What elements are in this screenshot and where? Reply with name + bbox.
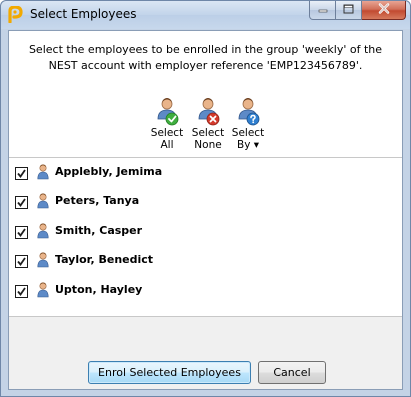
nest-logo-icon	[7, 5, 23, 24]
close-icon	[378, 3, 390, 17]
window-title: Select Employees	[30, 7, 137, 21]
employee-checkbox[interactable]	[15, 226, 28, 239]
employee-name: Peters, Tanya	[55, 194, 140, 207]
maximize-icon	[343, 4, 354, 17]
select-none-label: Select None	[191, 127, 225, 151]
checkmark-icon	[17, 257, 26, 266]
person-icon	[37, 282, 49, 298]
title-bar[interactable]: Select Employees	[1, 1, 410, 29]
employee-checkbox[interactable]	[15, 285, 28, 298]
users-check-icon	[154, 97, 180, 127]
selection-toolbar: Select All Select None Select By ▾	[9, 97, 402, 153]
cancel-button[interactable]: Cancel	[258, 361, 326, 384]
enrol-selected-employees-button[interactable]: Enrol Selected Employees	[88, 361, 251, 384]
employee-checkbox[interactable]	[15, 167, 28, 180]
select-all-label: Select All	[150, 127, 184, 151]
select-none-button[interactable]: Select None	[188, 97, 228, 151]
list-item[interactable]: Applebly, Jemima	[9, 158, 402, 187]
person-icon	[37, 223, 49, 239]
list-item[interactable]: Smith, Casper	[9, 217, 402, 246]
employee-list: Applebly, Jemima Peters, Tanya Smith, Ca	[9, 157, 402, 317]
checkmark-icon	[17, 228, 26, 237]
employee-checkbox[interactable]	[15, 255, 28, 268]
dialog-window: Select Employees Select the employees to…	[0, 0, 411, 397]
users-cross-icon	[195, 97, 221, 127]
dialog-body: Select the employees to be enrolled in t…	[8, 30, 403, 390]
person-icon	[37, 252, 49, 268]
list-item[interactable]: Upton, Hayley	[9, 276, 402, 305]
minimize-button[interactable]	[309, 1, 336, 20]
employee-name: Smith, Casper	[55, 224, 143, 237]
list-item[interactable]: Taylor, Benedict	[9, 246, 402, 275]
person-icon	[37, 164, 49, 180]
person-icon	[37, 193, 49, 209]
checkmark-icon	[17, 287, 26, 296]
checkmark-icon	[17, 169, 26, 178]
instruction-text: Select the employees to be enrolled in t…	[28, 43, 383, 72]
dialog-footer: Enrol Selected Employees Cancel	[9, 317, 402, 389]
list-item[interactable]: Peters, Tanya	[9, 187, 402, 216]
minimize-icon	[318, 4, 328, 17]
maximize-button[interactable]	[336, 1, 362, 20]
select-all-button[interactable]: Select All	[147, 97, 187, 151]
employee-name: Taylor, Benedict	[55, 253, 154, 266]
employee-checkbox[interactable]	[15, 196, 28, 209]
employee-name: Applebly, Jemima	[55, 165, 163, 178]
select-by-dropdown[interactable]: Select By ▾	[228, 97, 268, 151]
close-button[interactable]	[362, 1, 406, 20]
users-question-icon	[235, 97, 261, 127]
checkmark-icon	[17, 198, 26, 207]
employee-name: Upton, Hayley	[55, 283, 143, 296]
select-by-label: Select By ▾	[231, 127, 265, 151]
